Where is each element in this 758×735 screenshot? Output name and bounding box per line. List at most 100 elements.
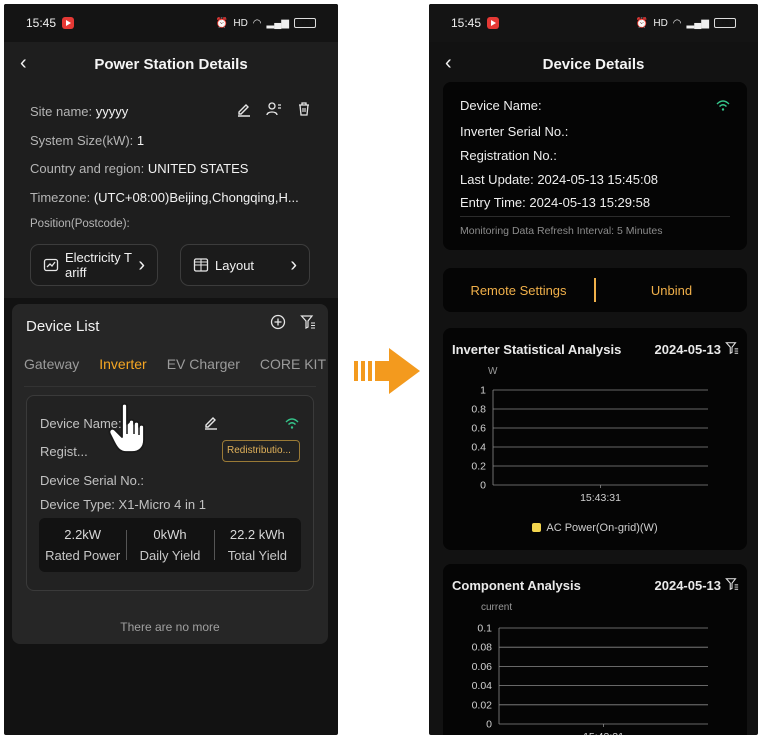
x-tick-label: 15:43:31: [580, 492, 621, 504]
y-tick-label: 0.1: [477, 623, 492, 635]
position-row: Position(Postcode):: [30, 218, 130, 230]
status-indicators: ⏰ HD ◠ ▂▄▆ 76: [216, 18, 316, 29]
back-button[interactable]: ‹: [445, 53, 465, 74]
stat-rated-power: 2.2kW Rated Power: [39, 518, 126, 572]
device-list-card: Device List Gateway Inverter EV Charger …: [12, 304, 328, 644]
stat-label: Daily Yield: [139, 548, 201, 563]
nav-bar: ‹ Power Station Details: [4, 42, 338, 86]
chart-date[interactable]: 2024-05-13: [655, 342, 722, 357]
site-name-label: Site name:: [30, 104, 93, 119]
y-tick-label: 0.04: [472, 680, 493, 692]
layout-button[interactable]: Layout ›: [180, 244, 310, 286]
battery-icon: 76: [714, 18, 736, 28]
country-value: UNITED STATES: [147, 161, 249, 176]
y-tick-label: 0.02: [472, 699, 493, 711]
refresh-interval-note: Monitoring Data Refresh Interval: 5 Minu…: [460, 225, 663, 237]
edit-icon[interactable]: [236, 101, 252, 117]
alarm-icon: ⏰: [215, 17, 229, 29]
hd-icon: HD: [233, 17, 248, 29]
timezone-value: (UTC+08:00)Beijing,Chongqing,H...: [93, 190, 299, 205]
filter-icon[interactable]: [725, 341, 739, 355]
status-time: 15:45: [451, 16, 482, 30]
component-analysis-card: Component Analysis 2024-05-13 current 0.…: [443, 564, 747, 735]
stat-value: 0kWh: [153, 527, 187, 542]
device-serial-label: Device Serial No.:: [40, 473, 145, 488]
unbind-button[interactable]: Unbind: [596, 283, 747, 298]
tab-inverter[interactable]: Inverter: [99, 356, 146, 386]
device-type-tabs: Gateway Inverter EV Charger CORE KIT: [24, 356, 328, 386]
redistribution-badge[interactable]: Redistributio...: [222, 440, 300, 462]
system-size-row: System Size(kW): 1: [30, 133, 144, 148]
chart-title: Component Analysis: [452, 578, 581, 593]
y-tick-label: 1: [480, 385, 486, 397]
remote-settings-button[interactable]: Remote Settings: [443, 283, 594, 298]
chart-date[interactable]: 2024-05-13: [655, 578, 722, 593]
stat-label: Total Yield: [227, 548, 287, 563]
wifi-icon: [716, 100, 730, 111]
user-manage-icon[interactable]: [266, 101, 282, 117]
y-axis-unit: current: [481, 602, 513, 613]
device-name-label: Device Name:: [460, 98, 542, 113]
tab-divider: [24, 386, 316, 387]
electricity-tariff-line1: Electricity T: [65, 250, 132, 265]
y-tick-label: 0.6: [471, 423, 486, 435]
y-tick-label: 0.2: [471, 461, 486, 473]
nav-bar: ‹ Device Details: [429, 42, 758, 86]
device-item[interactable]: Device Name: Regist... Redistributio... …: [26, 395, 314, 591]
battery-icon: 76: [294, 18, 316, 28]
filter-icon[interactable]: [725, 577, 739, 591]
y-tick-label: 0: [480, 480, 486, 492]
stat-value: 2.2kW: [64, 527, 102, 542]
y-axis-unit: W: [488, 366, 498, 377]
filter-icon[interactable]: [300, 314, 316, 330]
page-title: Device Details: [542, 55, 645, 73]
screen-record-icon: [487, 17, 500, 29]
y-tick-label: 0.8: [471, 404, 486, 416]
stat-label: Rated Power: [45, 548, 121, 563]
wifi-icon: [285, 418, 299, 429]
device-type-label: Device Type: X1-Micro 4 in 1: [40, 497, 206, 512]
stat-daily-yield: 0kWh Daily Yield: [126, 518, 213, 572]
battery-level: 76: [721, 19, 729, 26]
status-bar: 15:45 ⏰ HD ◠ ▂▄▆ 76: [4, 4, 338, 42]
site-name-row: Site name: yyyyy: [30, 104, 128, 119]
position-label: Position(Postcode):: [30, 218, 130, 230]
component-current-chart: 0.1 0.08 0.06 0.04 0.02 0 15:43:31: [472, 623, 708, 735]
inverter-power-chart: 1 0.8 0.6 0.4 0.2 0 15:43:31: [471, 385, 708, 504]
device-stats: 2.2kW Rated Power 0kWh Daily Yield 22.2 …: [39, 518, 301, 572]
electricity-tariff-label: Electricity T ariff: [65, 250, 132, 280]
alarm-icon: ⏰: [635, 17, 649, 29]
status-indicators: ⏰ HD ◠ ▂▄▆ 76: [636, 18, 736, 29]
back-button[interactable]: ‹: [20, 53, 40, 74]
registration-label: Regist...: [40, 444, 88, 459]
stat-value: 22.2 kWh: [229, 527, 285, 542]
chart-title: Inverter Statistical Analysis: [452, 342, 622, 357]
electricity-tariff-button[interactable]: Electricity T ariff ›: [30, 244, 158, 286]
tab-core-kit[interactable]: CORE KIT: [260, 356, 326, 386]
station-actions: [236, 101, 312, 117]
signal-icon: ▂▄▆: [266, 17, 289, 29]
chevron-right-icon: ›: [290, 253, 297, 276]
add-device-icon[interactable]: [270, 314, 286, 330]
timezone-label: Timezone:: [30, 190, 91, 205]
entry-time-text: Entry Time: 2024-05-13 15:29:58: [460, 195, 651, 210]
wifi-status-icon: ◠: [672, 17, 682, 29]
device-detail-card: Device Name: Inverter Serial No.: Regist…: [443, 82, 747, 250]
tap-hand-icon: [108, 402, 145, 453]
tab-gateway[interactable]: Gateway: [24, 356, 79, 386]
edit-icon[interactable]: [203, 414, 219, 430]
divider: [460, 216, 730, 217]
inverter-serial-label: Inverter Serial No.:: [460, 124, 569, 139]
tab-ev-charger[interactable]: EV Charger: [167, 356, 240, 386]
last-update-text: Last Update: 2024-05-13 15:45:08: [460, 172, 659, 187]
station-info-panel: Site name: yyyyy System Size(kW): 1 Coun…: [4, 86, 338, 298]
country-row: Country and region: UNITED STATES: [30, 161, 248, 176]
timezone-row: Timezone: (UTC+08:00)Beijing,Chongqing,H…: [30, 190, 299, 205]
system-size-value: 1: [136, 133, 145, 148]
power-station-screen: 15:45 ⏰ HD ◠ ▂▄▆ 76 ‹ Power Station Deta…: [4, 4, 338, 735]
y-tick-label: 0.08: [472, 642, 493, 654]
x-tick-label: 15:43:31: [583, 731, 624, 735]
stat-total-yield: 22.2 kWh Total Yield: [213, 518, 301, 572]
status-bar: 15:45 ⏰ HD ◠ ▂▄▆ 76: [429, 4, 758, 42]
delete-icon[interactable]: [296, 101, 312, 117]
